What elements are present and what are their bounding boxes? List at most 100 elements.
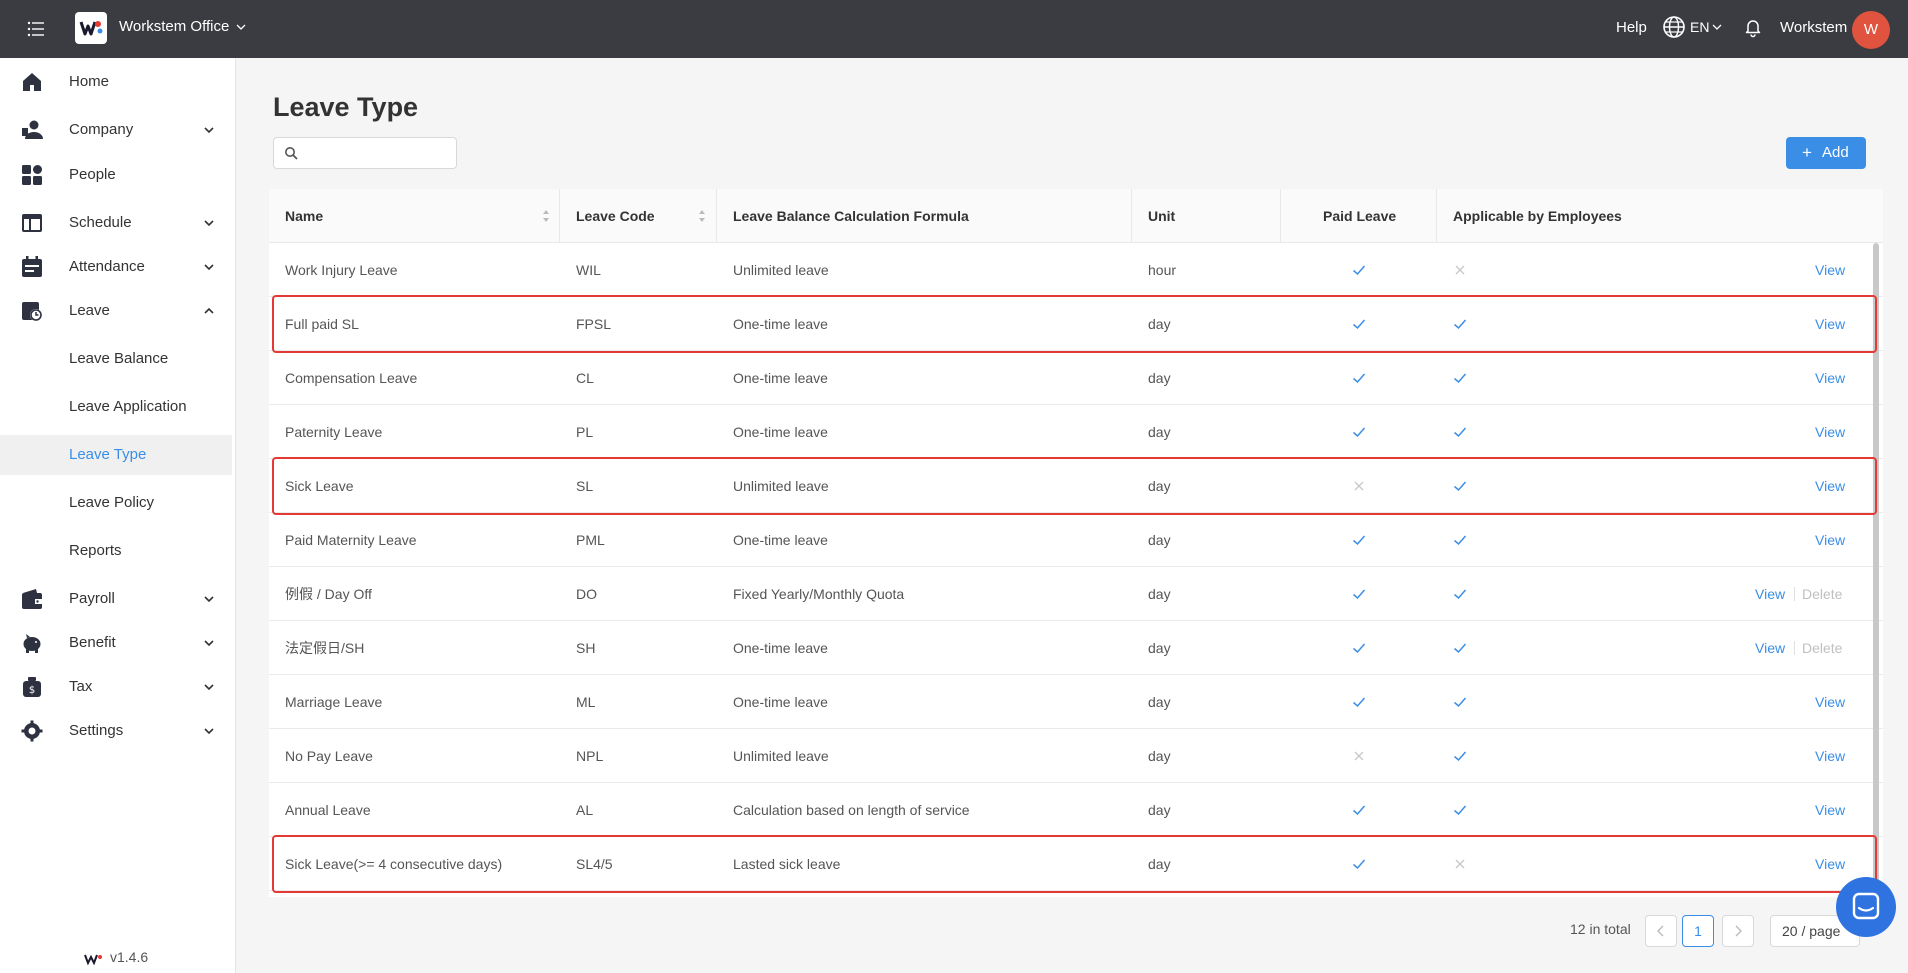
svg-text:$: $ (29, 685, 35, 696)
chevron-down-icon (204, 684, 214, 691)
sidebar-item-payroll[interactable]: Payroll (0, 579, 232, 619)
delete-link[interactable]: Delete (1802, 567, 1842, 621)
sort-icon[interactable] (542, 209, 550, 223)
sidebar-item-settings[interactable]: Settings (0, 711, 232, 751)
avatar[interactable]: W (1852, 11, 1890, 49)
sidebar-item-leave-application[interactable]: Leave Application (0, 387, 232, 427)
next-page-button[interactable] (1722, 915, 1754, 947)
sidebar-item-label: Tax (69, 678, 93, 695)
page-number-button[interactable]: 1 (1682, 915, 1714, 947)
globe-icon[interactable] (1661, 14, 1687, 40)
cell-name: Annual Leave (285, 802, 371, 818)
cell-formula: Fixed Yearly/Monthly Quota (733, 586, 905, 602)
language-selector[interactable]: EN (1690, 19, 1709, 35)
check-icon (1352, 641, 1366, 655)
view-link[interactable]: View (1755, 621, 1785, 675)
sidebar-item-schedule[interactable]: Schedule (0, 203, 232, 243)
sidebar-item-benefit[interactable]: Benefit (0, 623, 232, 663)
top-bar: Workstem Office Help EN Workstem W (0, 0, 1908, 58)
chevron-down-icon[interactable] (234, 20, 248, 34)
check-icon (1352, 803, 1366, 817)
view-link[interactable]: View (1815, 783, 1845, 837)
sidebar-item-tax[interactable]: $ Tax (0, 667, 232, 707)
app-name[interactable]: Workstem Office (119, 18, 229, 35)
menu-icon[interactable] (24, 17, 48, 41)
view-link[interactable]: View (1815, 405, 1845, 459)
sidebar-item-leave-type[interactable]: Leave Type (0, 435, 232, 475)
table-row: 法定假日/SH SH One-time leave day View Delete (269, 621, 1883, 675)
sort-icon[interactable] (698, 209, 706, 223)
sidebar-item-leave-policy[interactable]: Leave Policy (0, 483, 232, 523)
search-input[interactable] (304, 142, 452, 164)
sidebar-item-label: Reports (69, 542, 122, 559)
sidebar-item-leave[interactable]: Leave (0, 291, 232, 331)
home-icon (23, 73, 41, 91)
chevron-down-icon (204, 264, 214, 271)
check-icon (1453, 641, 1467, 655)
chat-support-button[interactable] (1836, 877, 1896, 937)
check-icon (1352, 533, 1366, 547)
leave-icon (22, 302, 42, 321)
row-highlight-box (272, 295, 1877, 353)
table-header: Name Leave Code Leave Balance Calculatio… (269, 189, 1883, 243)
app-logo[interactable] (75, 12, 107, 44)
cell-formula: One-time leave (733, 640, 828, 656)
cell-unit: day (1148, 370, 1171, 386)
tax-icon: $ (23, 677, 41, 697)
table-row: Work Injury Leave WIL Unlimited leave hour V… (269, 243, 1883, 297)
table-row: Paternity Leave PL One-time leave day View (269, 405, 1883, 459)
cell-leave-code: AL (576, 802, 594, 818)
sidebar-item-people[interactable]: People (0, 155, 232, 195)
column-header-leave-code[interactable]: Leave Code (576, 189, 655, 243)
prev-page-button[interactable] (1645, 915, 1677, 947)
view-link[interactable]: View (1815, 243, 1845, 297)
chevron-left-icon (1657, 925, 1664, 937)
user-name[interactable]: Workstem (1780, 19, 1847, 36)
cell-leave-code: WIL (576, 262, 601, 278)
view-link[interactable]: View (1815, 513, 1845, 567)
delete-link[interactable]: Delete (1802, 621, 1842, 675)
chevron-down-icon[interactable] (1711, 21, 1723, 33)
add-button[interactable]: + Add (1786, 137, 1866, 169)
sidebar-item-home[interactable]: Home (0, 62, 232, 102)
sidebar-item-attendance[interactable]: Attendance (0, 247, 232, 287)
check-icon (1352, 371, 1366, 385)
check-icon (1453, 587, 1467, 601)
view-link[interactable]: View (1755, 567, 1785, 621)
plus-icon: + (1802, 143, 1812, 162)
column-header-unit: Unit (1148, 208, 1176, 224)
sidebar-item-label: Leave Balance (69, 350, 169, 367)
view-link[interactable]: View (1815, 675, 1845, 729)
sidebar: Home Company People Schedule Attendance … (0, 58, 236, 973)
column-header-name[interactable]: Name (285, 189, 323, 243)
piggy-bank-icon (23, 634, 41, 653)
company-icon (22, 120, 43, 139)
search-box[interactable] (273, 137, 457, 169)
cell-name: 法定假日/SH (285, 640, 365, 656)
chat-icon (1852, 892, 1880, 920)
sidebar-item-label: Attendance (69, 258, 145, 275)
view-link[interactable]: View (1815, 729, 1845, 783)
cell-name: Paternity Leave (285, 424, 383, 440)
check-icon (1352, 263, 1366, 277)
check-icon (1453, 425, 1467, 439)
cell-leave-code: NPL (576, 748, 604, 764)
view-link[interactable]: View (1815, 351, 1845, 405)
bell-icon[interactable] (1742, 16, 1764, 38)
table-row: 例假 / Day Off DO Fixed Yearly/Monthly Quota… (269, 567, 1883, 621)
cell-unit: day (1148, 640, 1171, 656)
help-link[interactable]: Help (1616, 19, 1647, 36)
chevron-down-icon (204, 127, 214, 134)
sidebar-item-label: Leave Application (69, 398, 187, 415)
cell-formula: One-time leave (733, 532, 828, 548)
cross-icon (1352, 749, 1366, 763)
sidebar-item-reports[interactable]: Reports (0, 531, 232, 571)
sidebar-item-leave-balance[interactable]: Leave Balance (0, 339, 232, 379)
column-header-paid-leave: Paid Leave (1323, 208, 1397, 224)
cell-formula: Unlimited leave (733, 262, 829, 278)
sidebar-item-company[interactable]: Company (0, 110, 232, 150)
check-icon (1352, 695, 1366, 709)
check-icon (1453, 749, 1467, 763)
gear-icon (21, 720, 43, 742)
cell-leave-code: PML (576, 532, 605, 548)
